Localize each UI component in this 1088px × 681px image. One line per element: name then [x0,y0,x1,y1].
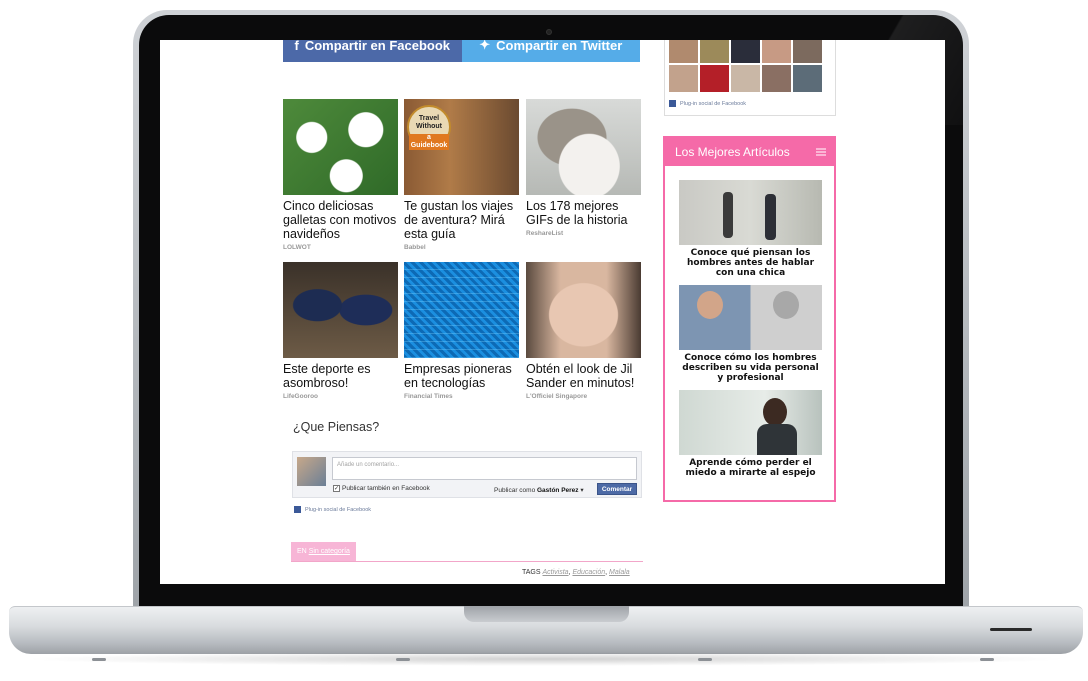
comment-composer: Añade un comentario... ✓ Publicar tambié… [292,451,642,498]
model-face-image[interactable] [526,262,641,358]
travel-sign-line: a Guidebook [409,134,449,150]
card-title[interactable]: Obtén el look de Jil Sander en minutos! [526,362,641,390]
webcam-icon [546,29,552,35]
share-facebook-label: Compartir en Facebook [304,40,451,53]
avatar[interactable] [762,40,791,63]
laptop-mockup: f Compartir en Facebook ✦ Compartir en T… [0,0,1088,681]
article-title[interactable]: Aprende cómo perder el miedo a mirarte a… [679,458,822,478]
card-title[interactable]: Este deporte es asombroso! [283,362,398,390]
facebook-icon: f [294,40,299,53]
card-title[interactable]: Empresas pioneras en tecnologías [404,362,519,390]
card-tech[interactable]: Empresas pioneras en tecnologías Financi… [404,262,519,400]
facebook-icon [294,506,301,513]
fb-plugin-link[interactable]: Plug-in social de Facebook [669,100,746,107]
tag-link[interactable]: Malala [609,569,630,576]
fb-plugin-label: Plug-in social de Facebook [680,100,747,107]
fb-plugin-label: Plug-in social de Facebook [305,506,372,513]
article-image[interactable] [679,285,822,350]
comment-submit-button[interactable]: Comentar [597,483,637,495]
circuit-image[interactable] [404,262,519,358]
also-publish-checkbox[interactable]: ✓ Publicar también en Facebook [333,485,430,492]
divider [291,561,643,562]
share-bar: f Compartir en Facebook ✦ Compartir en T… [283,40,640,62]
avatar[interactable] [669,40,698,63]
avatar[interactable] [762,65,791,92]
comments-title: ¿Que Piensas? [293,420,380,434]
laptop-foot [980,658,994,661]
avatar[interactable] [731,40,760,63]
best-articles-widget: Los Mejores Artículos Conoce qué piensan… [663,136,836,502]
card-sport[interactable]: Este deporte es asombroso! LifeGooroo [283,262,398,400]
card-source: ReshareList [526,230,564,237]
screen-glare [800,15,963,125]
article-image[interactable] [679,180,822,245]
card-look[interactable]: Obtén el look de Jil Sander en minutos! … [526,262,641,400]
tag-link[interactable]: Activista [543,569,569,576]
widget-title: Los Mejores Artículos [675,145,790,159]
card-source: Financial Times [404,393,453,400]
avatar [297,457,326,486]
share-facebook-button[interactable]: f Compartir en Facebook [283,40,462,62]
tags-line: TAGS Activista, Educación, Malala [522,569,630,576]
snowman-cookies-image[interactable] [283,99,398,195]
menu-icon[interactable] [816,148,826,156]
publish-as-selector[interactable]: Publicar como Gastón Perez ▾ [494,486,584,494]
category-prefix: EN [297,548,307,555]
card-source: L'Officiel Singapore [526,393,588,400]
avatar[interactable] [731,65,760,92]
article-title[interactable]: Conoce qué piensan los hombres antes de … [679,248,822,278]
share-twitter-button[interactable]: ✦ Compartir en Twitter [461,40,640,62]
avatar[interactable] [700,65,729,92]
laptop-foot [698,658,712,661]
travel-man-image[interactable]: Travel Without a Guidebook [404,99,519,195]
indicator-slot [990,628,1032,631]
also-publish-label: Publicar también en Facebook [342,485,430,492]
article-title[interactable]: Conoce cómo los hombres describen su vid… [679,353,822,383]
facebook-icon [669,100,676,107]
checkbox-checked-icon[interactable]: ✓ [333,485,340,492]
travel-sign-line: Travel [418,115,440,122]
travel-sign-badge: Travel Without a Guidebook [407,105,451,150]
category-link[interactable]: Sin categoría [309,548,350,555]
category-badge: EN Sin categoría [291,542,356,561]
card-source: LOLWOT [283,244,311,251]
article-item[interactable]: Aprende cómo perder el miedo a mirarte a… [679,390,822,478]
card-gifs[interactable]: Los 178 mejores GIFs de la historia Resh… [526,99,641,237]
publish-as-prefix: Publicar como [494,487,536,494]
tags-label: TAGS [522,569,541,576]
laptop-shadow [20,652,1072,666]
article-item[interactable]: Conoce qué piensan los hombres antes de … [679,180,822,278]
tag-link[interactable]: Educación [572,569,605,576]
avatar[interactable] [669,65,698,92]
card-title[interactable]: Cinco deliciosas galletas con motivos na… [283,199,398,241]
cat-image[interactable] [526,99,641,195]
chevron-down-icon: ▾ [580,487,584,494]
card-source: Babbel [404,244,426,251]
card-title[interactable]: Te gustan los viajes de aventura? Mirá e… [404,199,519,241]
fb-plugin-link[interactable]: Plug-in social de Facebook [294,506,371,513]
football-image[interactable] [283,262,398,358]
twitter-icon: ✦ [479,40,491,52]
publish-as-user: Gastón Perez [537,487,579,494]
card-title[interactable]: Los 178 mejores GIFs de la historia [526,199,641,227]
article-image[interactable] [679,390,822,455]
widget-header: Los Mejores Artículos [665,138,834,166]
laptop-foot [92,658,106,661]
card-travel[interactable]: Travel Without a Guidebook Te gustan los… [404,99,519,251]
travel-sign-line: Without [416,123,442,130]
comment-input[interactable]: Añade un comentario... [332,457,637,480]
laptop-notch [464,606,629,622]
article-item[interactable]: Conoce cómo los hombres describen su vid… [679,285,822,383]
card-source: LifeGooroo [283,393,319,400]
share-twitter-label: Compartir en Twitter [496,40,623,53]
laptop-foot [396,658,410,661]
avatar[interactable] [700,40,729,63]
card-cookies[interactable]: Cinco deliciosas galletas con motivos na… [283,99,398,251]
comments-section: ¿Que Piensas? Añade un comentario... ✓ P… [291,420,643,513]
